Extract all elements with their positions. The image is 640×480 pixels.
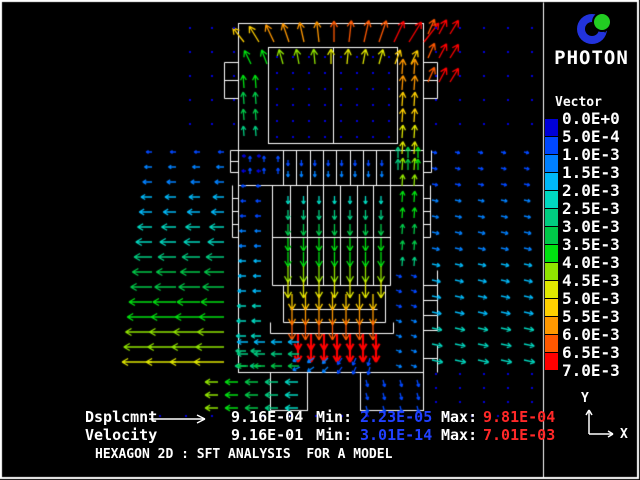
legend-label: 5.5E-3 [562,309,638,325]
legend-label: 5.0E-4 [562,129,638,145]
velocity-min-label: Min: [316,427,352,444]
legend-color-cell [545,227,558,244]
legend-color-cell [545,155,558,172]
legend-color-cell [545,263,558,280]
axis-arrows-icon [586,410,613,437]
legend-label: 2.5E-3 [562,201,638,217]
velocity-min-value: 3.01E-14 [360,427,432,444]
legend-label: 1.5E-3 [562,165,638,181]
legend-color-cell [545,245,558,262]
legend-label: 2.0E-3 [562,183,638,199]
legend-color-cell [545,173,558,190]
legend-label: 6.5E-3 [562,345,638,361]
velocity-label: Velocity [85,427,157,444]
velocity-max-value: 7.01E-03 [483,427,555,444]
legend-label: 6.0E-3 [562,327,638,343]
legend-label: 5.0E-3 [562,291,638,307]
logo-text: PHOTON [543,48,640,69]
velocity-max-label: Max: [441,427,477,444]
legend-label: 4.0E-3 [562,255,638,271]
legend-color-cell [545,191,558,208]
displacement-max-value: 9.81E-04 [483,409,555,426]
displacement-arrow-icon [148,413,210,425]
displacement-min-label: Min: [316,409,352,426]
axis-y-label: Y [581,391,589,406]
legend-color-cell [545,137,558,154]
legend-color-cell [545,209,558,226]
legend-label: 4.5E-3 [562,273,638,289]
legend-color-cell [545,281,558,298]
displacement-max-label: Max: [441,409,477,426]
analysis-title: HEXAGON 2D : SFT ANALYSIS FOR A MODEL [95,448,392,462]
displacement-value: 9.16E-04 [231,409,303,426]
photon-logo-icon [572,5,618,51]
photon-app-window: PHOTON Vector 0.0E+05.0E-41.0E-31.5E-32.… [0,0,640,480]
legend-label: 7.0E-3 [562,363,638,379]
velocity-value: 9.16E-01 [231,427,303,444]
legend-label: 1.0E-3 [562,147,638,163]
legend-label: 3.0E-3 [562,219,638,235]
legend-color-cell [545,335,558,352]
legend-label: 3.5E-3 [562,237,638,253]
axis-x-label: X [620,427,628,442]
legend-color-cell [545,317,558,334]
legend-color-cell [545,353,558,370]
displacement-label: Dsplcmnt [85,409,157,426]
legend-color-cell [545,119,558,136]
axis-triad: Y X [575,388,637,446]
displacement-min-value: 2.23E-05 [360,409,432,426]
legend-label: 0.0E+0 [562,111,638,127]
legend-color-cell [545,299,558,316]
